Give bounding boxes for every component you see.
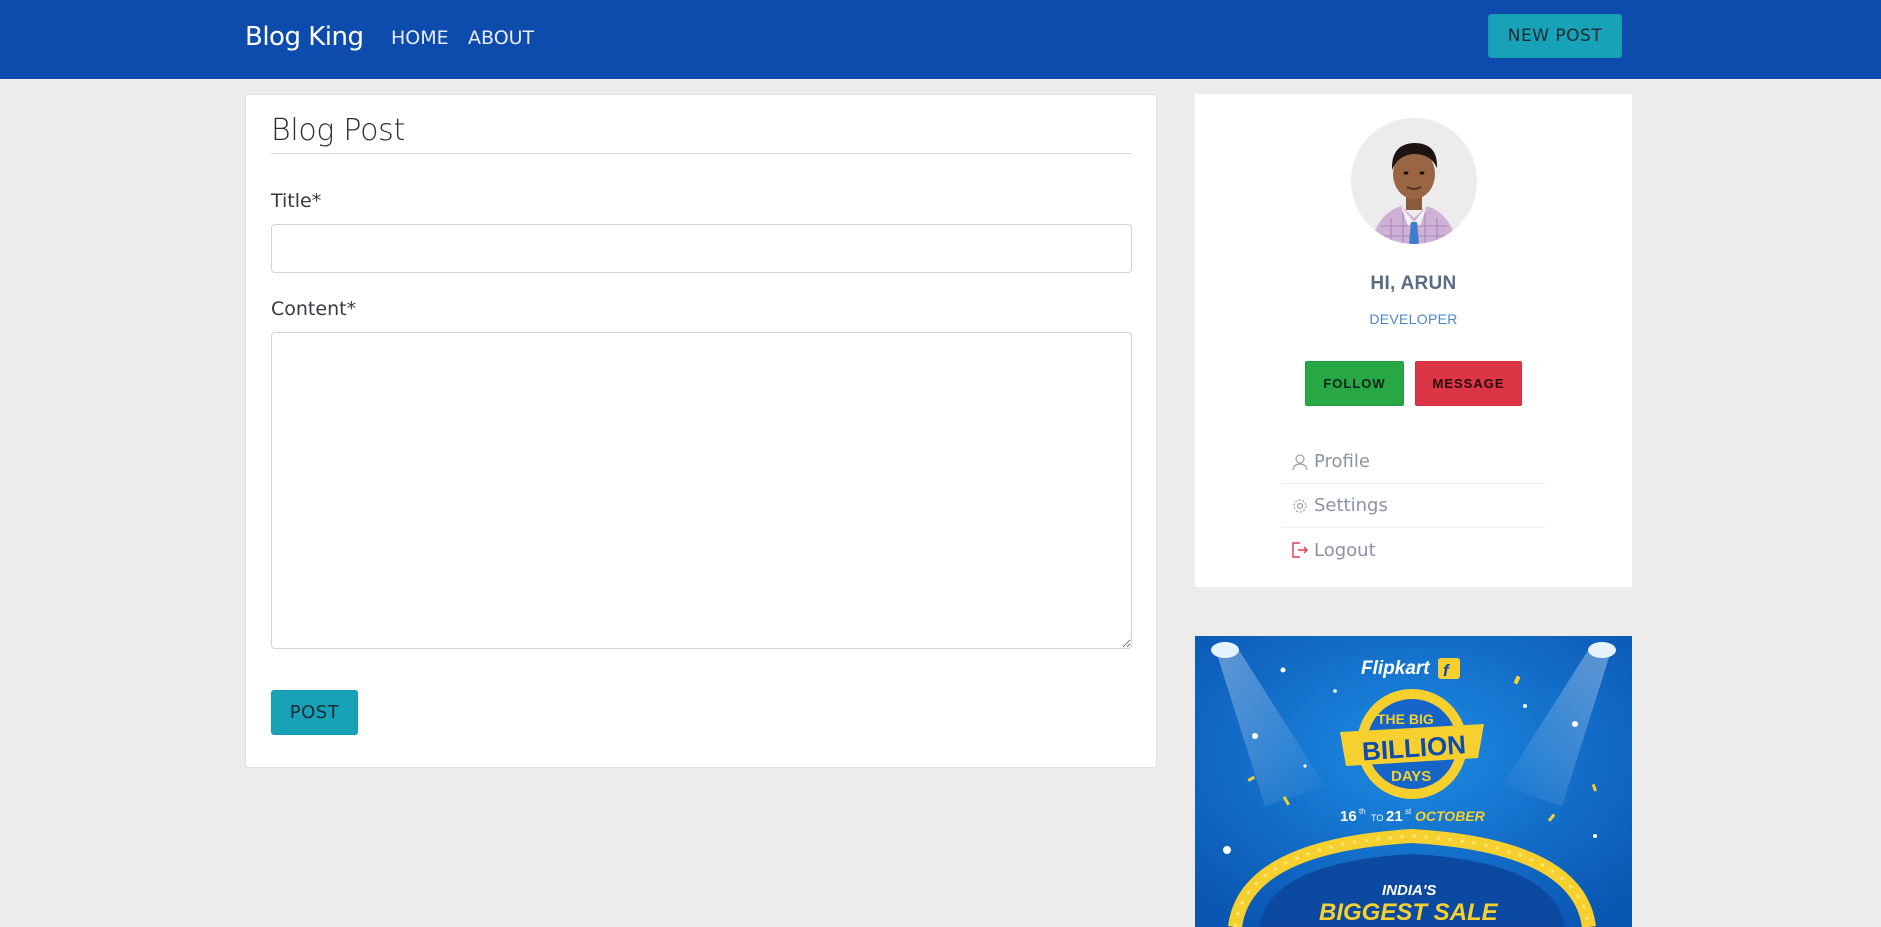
nav-link-home[interactable]: HOME — [391, 27, 449, 49]
title-label: Title* — [271, 190, 322, 212]
top-navbar: Blog King HOME ABOUT NEW POST — [0, 0, 1881, 79]
message-button[interactable]: MESSAGE — [1415, 361, 1522, 406]
brand-logo-link[interactable]: Blog King — [245, 22, 364, 52]
ad-date-from-suffix: th — [1359, 807, 1366, 816]
new-post-button[interactable]: NEW POST — [1488, 14, 1622, 58]
nav-link-about[interactable]: ABOUT — [468, 27, 534, 49]
menu-item-label: Logout — [1314, 539, 1376, 561]
ad-banner[interactable]: Flipkart f THE BIG BILLION DAYS 16 th TO… — [1195, 636, 1632, 927]
menu-item-logout[interactable]: Logout — [1281, 528, 1546, 572]
ad-date-from: 16 — [1340, 808, 1357, 825]
profile-greeting: HI, ARUN — [1370, 273, 1457, 294]
user-icon — [1291, 453, 1309, 471]
gear-icon — [1291, 497, 1309, 515]
post-submit-button[interactable]: POST — [271, 690, 358, 735]
ad-date-month: OCTOBER — [1415, 808, 1486, 824]
ad-headline-top: THE BIG — [1377, 711, 1434, 727]
ad-headline-bottom: DAYS — [1391, 768, 1431, 785]
menu-item-label: Profile — [1314, 451, 1370, 472]
menu-item-settings[interactable]: Settings — [1281, 484, 1546, 528]
menu-item-profile[interactable]: Profile — [1281, 440, 1546, 484]
content-label: Content* — [271, 298, 357, 320]
ad-tagline-1: INDIA'S — [1382, 882, 1436, 899]
avatar-portrait-image — [1351, 118, 1477, 244]
ad-date-to-word: TO — [1371, 813, 1383, 823]
title-input[interactable] — [271, 224, 1132, 273]
form-heading: Blog Post — [271, 113, 405, 148]
avatar — [1351, 118, 1477, 244]
profile-menu: Profile Settings Logout — [1281, 440, 1546, 572]
heading-divider — [271, 153, 1132, 154]
ad-tagline-2: BIGGEST SALE — [1319, 899, 1499, 926]
ad-brand-text: Flipkart — [1361, 658, 1430, 679]
content-textarea[interactable] — [271, 332, 1132, 649]
flipkart-sale-banner: Flipkart f THE BIG BILLION DAYS 16 th TO… — [1195, 636, 1632, 927]
blog-post-form-card: Blog Post Title* Content* POST — [245, 94, 1157, 768]
logout-icon — [1291, 541, 1309, 559]
follow-button[interactable]: FOLLOW — [1305, 361, 1404, 406]
ad-date-to: 21 — [1386, 808, 1403, 825]
profile-role: DEVELOPER — [1369, 311, 1458, 327]
menu-item-label: Settings — [1314, 495, 1388, 516]
profile-card: HI, ARUN DEVELOPER FOLLOW MESSAGE Profil… — [1195, 94, 1632, 587]
ad-date-to-suffix: st — [1405, 807, 1412, 816]
